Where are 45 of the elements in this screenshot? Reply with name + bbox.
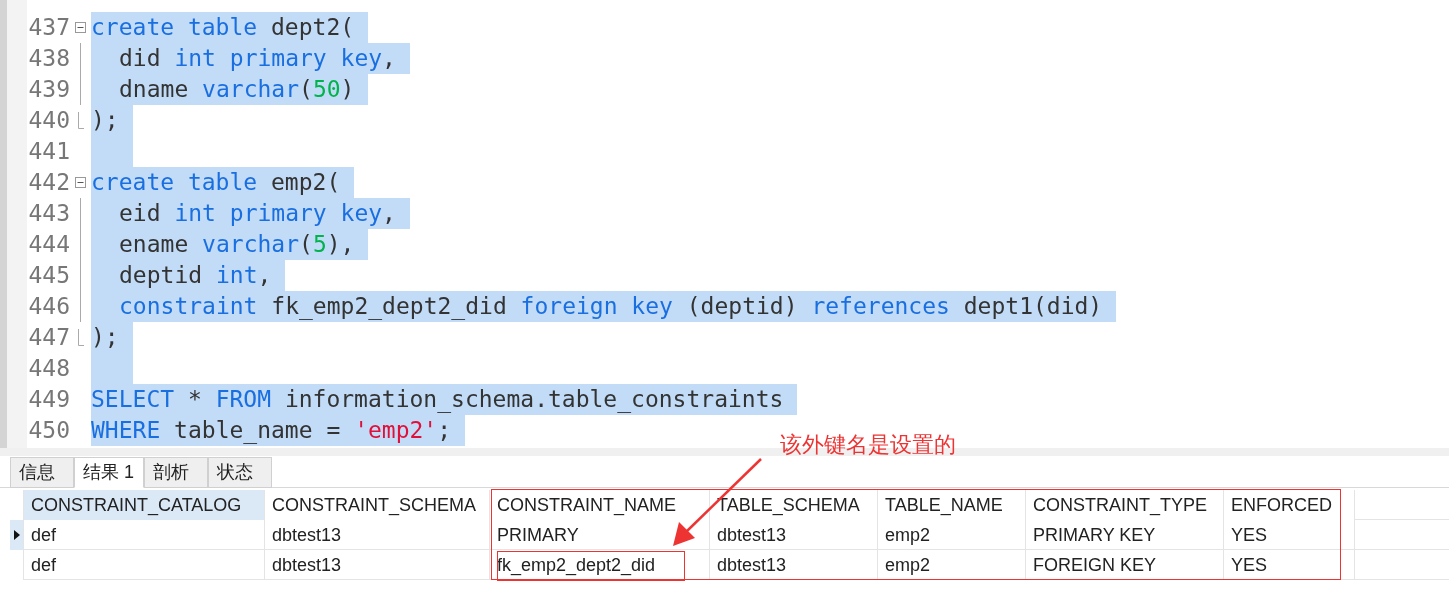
table-cell: PRIMARY KEY	[1026, 520, 1224, 550]
table-cell: fk_emp2_dept2_did	[490, 550, 710, 580]
line-number: 449	[27, 385, 70, 415]
line-number: 440	[27, 106, 70, 136]
result-tab[interactable]: 剖析	[144, 457, 208, 488]
current-row-icon	[13, 530, 20, 540]
line-number: 441	[27, 137, 70, 167]
line-number: 437	[27, 13, 70, 43]
table-cell: dbtest13	[265, 520, 490, 550]
line-number: 442	[27, 168, 70, 198]
result-tab[interactable]: 结果 1	[74, 457, 144, 488]
table-cell: YES	[1224, 520, 1355, 550]
result-tab[interactable]: 状态	[208, 457, 272, 488]
line-number: 445	[27, 261, 70, 291]
table-cell: YES	[1224, 550, 1355, 580]
table-cell: dbtest13	[265, 550, 490, 580]
fold-toggle-icon[interactable]	[75, 177, 86, 188]
result-tab[interactable]: 信息	[10, 457, 74, 488]
table-cell: def	[24, 550, 265, 580]
row-indicator[interactable]	[10, 520, 24, 550]
fold-end-icon	[77, 112, 84, 129]
line-number: 448	[27, 354, 70, 384]
column-header[interactable]: ENFORCED	[1224, 490, 1355, 520]
line-number: 443	[27, 199, 70, 229]
fold-end-icon	[77, 329, 84, 346]
table-cell: def	[24, 520, 265, 550]
column-header[interactable]: CONSTRAINT_NAME	[490, 490, 710, 520]
table-cell: dbtest13	[710, 520, 878, 550]
line-number: 450	[27, 416, 70, 446]
table-cell: emp2	[878, 550, 1026, 580]
table-cell: FOREIGN KEY	[1026, 550, 1224, 580]
line-number: 439	[27, 75, 70, 105]
table-cell: dbtest13	[710, 550, 878, 580]
column-header[interactable]: TABLE_SCHEMA	[710, 490, 878, 520]
column-header[interactable]: CONSTRAINT_CATALOG	[24, 490, 265, 520]
table-cell: emp2	[878, 520, 1026, 550]
column-header[interactable]: CONSTRAINT_SCHEMA	[265, 490, 490, 520]
line-number: 438	[27, 44, 70, 74]
annotation-text: 该外键名是设置的	[780, 431, 956, 459]
line-number: 447	[27, 323, 70, 353]
line-number: 444	[27, 230, 70, 260]
fold-toggle-icon[interactable]	[75, 22, 86, 33]
column-header[interactable]: TABLE_NAME	[878, 490, 1026, 520]
column-header[interactable]: CONSTRAINT_TYPE	[1026, 490, 1224, 520]
line-number: 446	[27, 292, 70, 322]
